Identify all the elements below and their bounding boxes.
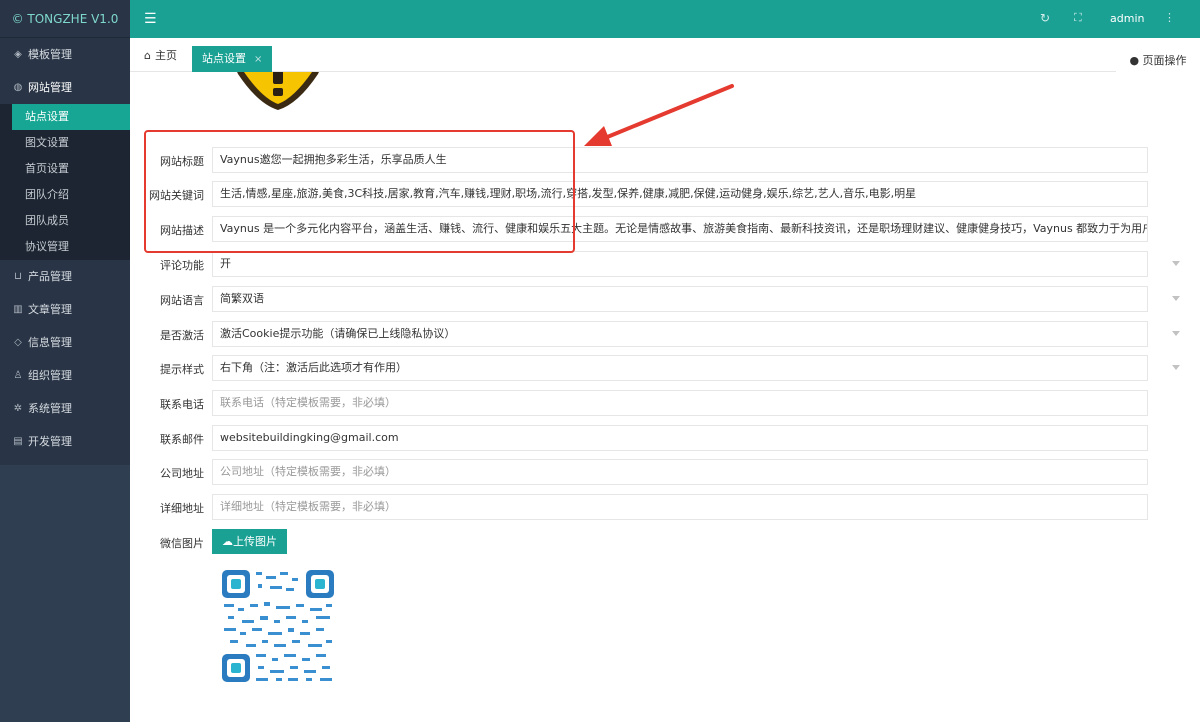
sidebar-item-label: 模板管理	[28, 48, 72, 61]
wechat-qr-image	[220, 568, 336, 684]
prompt-style-select[interactable]: 右下角（注：激活后此选项才有作用）	[212, 355, 1148, 381]
phone-label: 联系电话	[160, 398, 204, 411]
refresh-icon[interactable]: ↻	[1040, 11, 1050, 25]
page-operations-label: 页面操作	[1142, 54, 1187, 67]
site-keywords-input[interactable]: 生活,情感,星座,旅游,美食,3C科技,居家,教育,汽车,赚钱,理财,职场,流行…	[212, 181, 1148, 207]
sidebar-background	[0, 465, 130, 722]
sidebar-subitem-team-intro[interactable]: 团队介绍	[0, 182, 130, 208]
form-row-phone: 联系电话 联系电话（特定模板需要，非必填）	[130, 390, 1200, 416]
cart-icon: ⊔	[14, 271, 22, 282]
sidebar-item-products[interactable]: ⊔ 产品管理	[0, 260, 130, 293]
home-icon: ⌂	[144, 48, 151, 62]
phone-input[interactable]: 联系电话（特定模板需要，非必填）	[212, 390, 1148, 416]
sidebar-item-org[interactable]: ♙ 组织管理	[0, 359, 130, 392]
tab-home-label: 主页	[154, 49, 177, 62]
user-icon: ♙	[13, 370, 23, 381]
detail-addr-label: 详细地址	[160, 502, 204, 515]
gear-icon: ✲	[13, 403, 23, 414]
sidebar-item-dev[interactable]: ▤ 开发管理	[0, 425, 130, 458]
tab-home[interactable]: ⌂ 主页	[144, 47, 177, 63]
upload-image-button[interactable]: ☁上传图片	[212, 529, 287, 554]
sidebar-item-website[interactable]: ◍ 网站管理	[0, 71, 130, 104]
form-row-site-keywords: 网站关键词 生活,情感,星座,旅游,美食,3C科技,居家,教育,汽车,赚钱,理财…	[130, 181, 1200, 207]
company-addr-label: 公司地址	[160, 467, 204, 480]
sidebar-subitem-home-settings[interactable]: 首页设置	[0, 156, 130, 182]
company-addr-input[interactable]: 公司地址（特定模板需要，非必填）	[212, 459, 1148, 485]
sidebar-subitem-site-settings[interactable]: 站点设置	[12, 104, 130, 130]
site-title-input[interactable]: Vaynus邀您一起拥抱多彩生活，乐享品质人生	[212, 147, 1148, 173]
sidebar-item-template[interactable]: ◈ 模板管理	[0, 38, 130, 71]
fullscreen-icon[interactable]: ⛶	[1074, 11, 1082, 25]
form-row-site-title: 网站标题 Vaynus邀您一起拥抱多彩生活，乐享品质人生	[130, 147, 1200, 173]
chevron-down-icon[interactable]	[1172, 261, 1180, 266]
comment-select[interactable]: 开	[212, 251, 1148, 277]
activate-select[interactable]: 激活Cookie提示功能（请确保已上线隐私协议）	[212, 321, 1148, 347]
tag-icon: ◇	[14, 337, 22, 348]
close-icon[interactable]: ×	[254, 54, 262, 65]
chevron-down-icon[interactable]	[1172, 331, 1180, 336]
form-row-detail-addr: 详细地址 详细地址（特定模板需要，非必填）	[130, 494, 1200, 520]
detail-addr-input[interactable]: 详细地址（特定模板需要，非必填）	[212, 494, 1148, 520]
sidebar-item-system[interactable]: ✲ 系统管理	[0, 392, 130, 425]
tab-bar: ⌂ 主页 站点设置 × ● 页面操作	[130, 38, 1200, 76]
email-input[interactable]: websitebuildingking@gmail.com	[212, 425, 1148, 451]
code-icon: ▤	[13, 436, 23, 447]
chevron-down-icon[interactable]	[1172, 296, 1180, 301]
chevron-down-icon[interactable]	[1172, 365, 1180, 370]
app-logo: © TONGZHE V1.0	[0, 0, 130, 38]
comment-label: 评论功能	[160, 259, 204, 272]
tab-site-settings[interactable]: 站点设置 ×	[192, 46, 273, 72]
activate-label: 是否激活	[160, 329, 204, 342]
form-row-language: 网站语言 简繁双语	[130, 286, 1200, 312]
sidebar-subitem-image-text[interactable]: 图文设置	[0, 130, 130, 156]
prompt-style-label: 提示样式	[160, 363, 204, 376]
cloud-upload-icon: ☁	[222, 535, 233, 548]
form-row-site-desc: 网站描述 Vaynus 是一个多元化内容平台，涵盖生活、赚钱、流行、健康和娱乐五…	[130, 216, 1200, 242]
sidebar-item-label: 网站管理	[28, 81, 72, 94]
form-row-wechat: 微信图片 ☁上传图片	[130, 529, 1200, 555]
sidebar-subitem-team-members[interactable]: 团队成员	[0, 208, 130, 234]
book-icon: ▥	[13, 304, 23, 315]
site-title-label: 网站标题	[160, 155, 204, 168]
globe-icon: ◍	[13, 82, 23, 93]
form-row-email: 联系邮件 websitebuildingking@gmail.com	[130, 425, 1200, 451]
sidebar-item-label: 产品管理	[28, 270, 72, 283]
language-select[interactable]: 简繁双语	[212, 286, 1148, 312]
site-keywords-label: 网站关键词	[149, 189, 204, 202]
side-menu: ◈ 模板管理 ◍ 网站管理 站点设置 图文设置 首页设置 团队介绍 团队成员 协…	[0, 38, 130, 458]
sidebar-item-articles[interactable]: ▥ 文章管理	[0, 293, 130, 326]
sidebar-subitem-agreements[interactable]: 协议管理	[0, 234, 130, 260]
tab-label: 站点设置	[202, 52, 246, 65]
site-logo-image	[237, 72, 319, 110]
sidebar-item-info[interactable]: ◇ 信息管理	[0, 326, 130, 359]
user-menu[interactable]: admin	[1110, 12, 1144, 25]
wechat-label: 微信图片	[160, 537, 204, 550]
website-submenu: 站点设置 图文设置 首页设置 团队介绍 团队成员 协议管理	[0, 104, 130, 260]
menu-toggle-icon[interactable]: ☰	[144, 11, 157, 27]
language-label: 网站语言	[160, 294, 204, 307]
top-header: ☰ ↻ ⛶ admin ⋮	[130, 0, 1200, 38]
more-vertical-icon[interactable]: ⋮	[1164, 11, 1175, 24]
form-row-activate: 是否激活 激活Cookie提示功能（请确保已上线隐私协议）	[130, 321, 1200, 347]
layers-icon: ◈	[14, 49, 22, 60]
sidebar: © TONGZHE V1.0 ◈ 模板管理 ◍ 网站管理 站点设置 图文设置 首…	[0, 0, 130, 722]
form-row-company-addr: 公司地址 公司地址（特定模板需要，非必填）	[130, 459, 1200, 485]
sidebar-item-label: 开发管理	[28, 435, 72, 448]
sidebar-item-label: 组织管理	[28, 369, 72, 382]
sidebar-item-label: 文章管理	[28, 303, 72, 316]
main-content: 网站标题 Vaynus邀您一起拥抱多彩生活，乐享品质人生 网站关键词 生活,情感…	[130, 72, 1200, 722]
site-desc-input[interactable]: Vaynus 是一个多元化内容平台，涵盖生活、赚钱、流行、健康和娱乐五大主题。无…	[212, 216, 1148, 242]
app: © TONGZHE V1.0 ◈ 模板管理 ◍ 网站管理 站点设置 图文设置 首…	[0, 0, 1200, 722]
sidebar-item-label: 系统管理	[28, 402, 72, 415]
sidebar-item-label: 信息管理	[28, 336, 72, 349]
upload-label: 上传图片	[233, 535, 277, 548]
email-label: 联系邮件	[160, 433, 204, 446]
site-desc-label: 网站描述	[160, 224, 204, 237]
form-row-comment: 评论功能 开	[130, 251, 1200, 277]
form-row-prompt-style: 提示样式 右下角（注：激活后此选项才有作用）	[130, 355, 1200, 381]
